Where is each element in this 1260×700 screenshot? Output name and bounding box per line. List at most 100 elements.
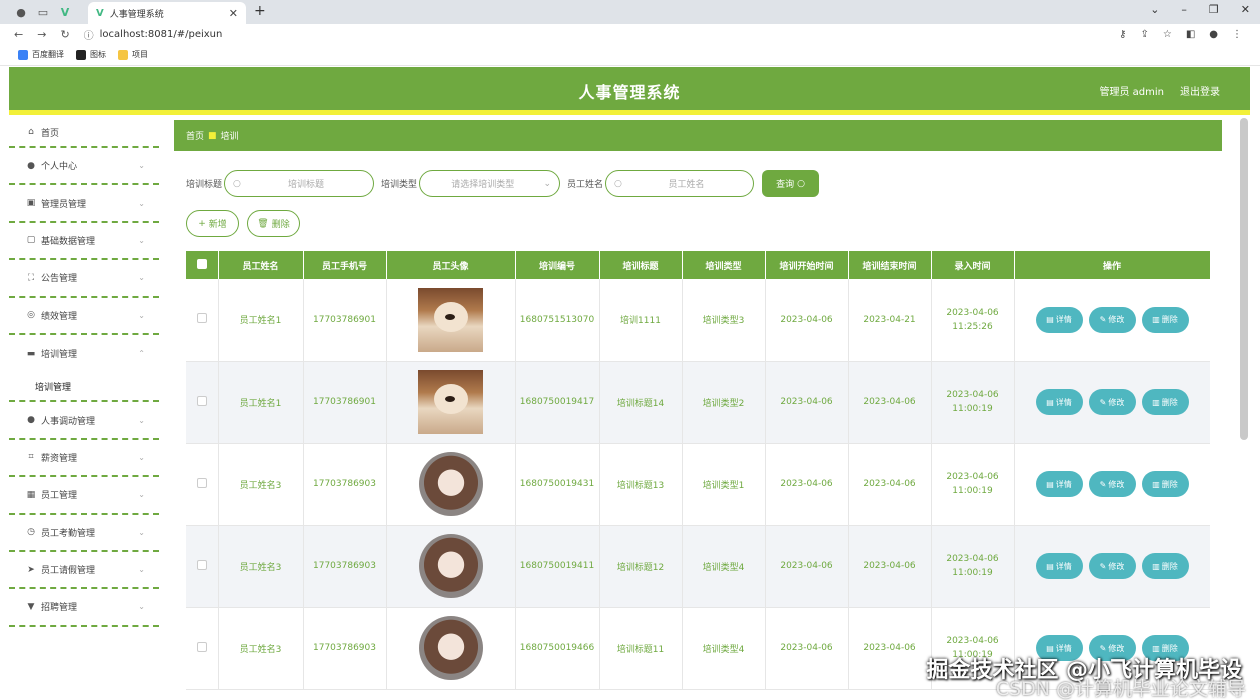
avatar[interactable] bbox=[418, 534, 483, 598]
add-button[interactable]: + 新增 bbox=[186, 210, 239, 237]
avatar[interactable] bbox=[418, 287, 483, 352]
query-button[interactable]: 查询 ○ bbox=[762, 170, 820, 197]
edit-button[interactable]: ✎ 修改 bbox=[1088, 306, 1136, 333]
row-checkbox[interactable] bbox=[196, 395, 207, 406]
row-checkbox[interactable] bbox=[196, 477, 207, 488]
row-checkbox[interactable] bbox=[196, 313, 207, 324]
sidebar-item-attendance[interactable]: ◷ 员工考勤管理 ⌄ bbox=[9, 515, 159, 552]
tab-search-icon[interactable]: ▭ bbox=[36, 5, 50, 19]
edit-button[interactable]: ✎ 修改 bbox=[1088, 553, 1136, 579]
sidebar-item-recruit[interactable]: ▼ 招聘管理 ⌄ bbox=[9, 589, 159, 627]
sidebar-item-notice[interactable]: ⛶ 公告管理 ⌄ bbox=[9, 260, 159, 298]
more-icon[interactable]: ⋮ bbox=[1232, 29, 1242, 40]
trash-icon: ▥ bbox=[1152, 561, 1160, 571]
name-search-input[interactable]: ○ 员工姓名 bbox=[605, 170, 755, 197]
edit-button[interactable]: ✎ 修改 bbox=[1088, 389, 1136, 415]
cell-title: 培训标题12 bbox=[599, 525, 683, 608]
edit-button[interactable]: ✎ 修改 bbox=[1088, 471, 1136, 497]
chevron-down-icon: ⌄ bbox=[138, 527, 145, 537]
detail-button[interactable]: ▤ 详情 bbox=[1035, 553, 1083, 579]
sidebar-item-leave[interactable]: ➤ 员工请假管理 ⌄ bbox=[9, 552, 159, 590]
sidebar-item-employee[interactable]: ▦ 员工管理 ⌄ bbox=[9, 477, 159, 515]
sidebar-item-training[interactable]: ▬ 培训管理 ⌃ bbox=[9, 335, 159, 372]
col-header: 培训类型 bbox=[682, 251, 766, 279]
vertical-scrollbar[interactable] bbox=[1240, 118, 1248, 440]
cell-created: 2023-04-06 11:00:19 bbox=[931, 525, 1015, 608]
restore-icon[interactable]: ❐ bbox=[1209, 3, 1219, 16]
cell-start: 2023-04-06 bbox=[765, 279, 849, 362]
trash-icon: ▥ bbox=[1152, 397, 1160, 407]
type-select[interactable]: 请选择培训类型 ⌄ bbox=[419, 170, 561, 197]
cell-code: 1680751513070 bbox=[515, 279, 600, 362]
info-icon[interactable]: ⓘ bbox=[84, 27, 94, 42]
row-delete-button[interactable]: ▥ 删除 bbox=[1141, 553, 1189, 579]
bookmark-icons[interactable]: 图标 bbox=[76, 49, 106, 60]
cell-created: 2023-04-06 11:25:26 bbox=[931, 279, 1015, 362]
avatar[interactable] bbox=[418, 370, 483, 434]
chevron-down-icon: ⌄ bbox=[543, 178, 552, 189]
cell-code: 1680750019417 bbox=[515, 361, 600, 444]
row-delete-button[interactable]: ▥ 删除 bbox=[1141, 389, 1189, 415]
search-icon: ○ bbox=[614, 178, 622, 189]
vue-favicon-icon: V bbox=[96, 7, 104, 19]
detail-button[interactable]: ▤ 详情 bbox=[1035, 389, 1083, 415]
share-icon[interactable]: ⇪ bbox=[1140, 29, 1148, 40]
profile-icon[interactable]: ● bbox=[1209, 29, 1218, 40]
close-tab-icon[interactable]: ✕ bbox=[229, 7, 238, 20]
cell-name: 员工姓名1 bbox=[218, 279, 304, 362]
breadcrumb-current: 培训 bbox=[220, 132, 239, 142]
sidebar-item-home[interactable]: ⌂ 首页 bbox=[9, 118, 159, 148]
forward-icon[interactable]: → bbox=[37, 28, 46, 41]
edit-icon: ✎ bbox=[1099, 315, 1107, 325]
sidebar-item-profile[interactable]: ● 个人中心 ⌄ bbox=[9, 148, 159, 186]
close-window-icon[interactable]: ✕ bbox=[1241, 3, 1250, 16]
browser-menu-icon[interactable]: ● bbox=[14, 5, 28, 19]
avatar[interactable] bbox=[418, 452, 483, 516]
sidebar-item-basic-data[interactable]: ▢ 基础数据管理 ⌄ bbox=[9, 223, 159, 261]
chevron-down-icon: ⌄ bbox=[138, 452, 145, 462]
tab-list-chevron-icon[interactable]: ⌄ bbox=[1150, 3, 1159, 16]
cell-start: 2023-04-06 bbox=[765, 443, 849, 526]
table-cell bbox=[386, 361, 516, 444]
bookmark-baidu[interactable]: 百度翻译 bbox=[18, 49, 64, 60]
minimize-icon[interactable]: – bbox=[1181, 3, 1187, 16]
detail-button[interactable]: ▤ 详情 bbox=[1035, 306, 1083, 333]
col-header: 员工姓名 bbox=[218, 251, 304, 279]
sidebar-subitem-training[interactable]: 培训管理 bbox=[9, 372, 159, 403]
sidebar-item-transfer[interactable]: ● 人事调动管理 ⌄ bbox=[9, 402, 159, 440]
table-cell: ▤ 详情 ✎ 修改 ▥ 删除 bbox=[1014, 279, 1210, 362]
table-cell: ▤ 详情 ✎ 修改 ▥ 删除 bbox=[1014, 525, 1210, 608]
bookmark-project[interactable]: 项目 bbox=[118, 49, 148, 60]
row-delete-button[interactable]: ▥ 删除 bbox=[1141, 471, 1189, 497]
select-all-checkbox[interactable] bbox=[186, 251, 219, 279]
star-icon[interactable]: ☆ bbox=[1163, 29, 1172, 40]
cell-title: 培训标题11 bbox=[599, 607, 683, 690]
table-cell bbox=[386, 607, 516, 690]
table-cell bbox=[186, 443, 219, 526]
title-search-input[interactable]: ○ 培训标题 bbox=[224, 170, 375, 197]
browser-tabbar: ● ▭ V V 人事管理系统 ✕ + ⌄ – ❐ ✕ bbox=[0, 0, 1260, 24]
row-delete-button[interactable]: ▥ 删除 bbox=[1141, 306, 1189, 333]
new-tab-icon[interactable]: + bbox=[254, 3, 266, 19]
detail-button[interactable]: ▤ 详情 bbox=[1035, 471, 1083, 497]
avatar[interactable] bbox=[418, 616, 483, 680]
row-checkbox[interactable] bbox=[196, 641, 207, 652]
row-checkbox[interactable] bbox=[196, 559, 207, 570]
reload-icon[interactable]: ↻ bbox=[60, 28, 69, 41]
sidepanel-icon[interactable]: ◧ bbox=[1186, 29, 1195, 40]
url-text: localhost:8081/#/peixun bbox=[99, 28, 223, 40]
delete-button[interactable]: 🗑 删除 bbox=[247, 210, 300, 237]
table-cell bbox=[186, 279, 219, 362]
chevron-down-icon: ⌄ bbox=[138, 198, 145, 208]
key-icon[interactable]: ⚷ bbox=[1119, 29, 1126, 40]
logout-link[interactable]: 退出登录 bbox=[1180, 83, 1220, 98]
sidebar-item-salary[interactable]: ⌗ 薪资管理 ⌄ bbox=[9, 440, 159, 478]
chevron-down-icon: ⌄ bbox=[138, 415, 145, 425]
sidebar-item-performance[interactable]: ◎ 绩效管理 ⌄ bbox=[9, 298, 159, 335]
url-field[interactable]: ⓘ localhost:8081/#/peixun bbox=[84, 27, 223, 42]
breadcrumb-home[interactable]: 首页 bbox=[186, 129, 204, 142]
sidebar-item-admin[interactable]: ▣ 管理员管理 ⌄ bbox=[9, 185, 159, 223]
back-icon[interactable]: ← bbox=[14, 28, 23, 41]
cell-phone: 17703786903 bbox=[303, 525, 387, 608]
browser-tab[interactable]: V 人事管理系统 ✕ bbox=[88, 2, 246, 24]
